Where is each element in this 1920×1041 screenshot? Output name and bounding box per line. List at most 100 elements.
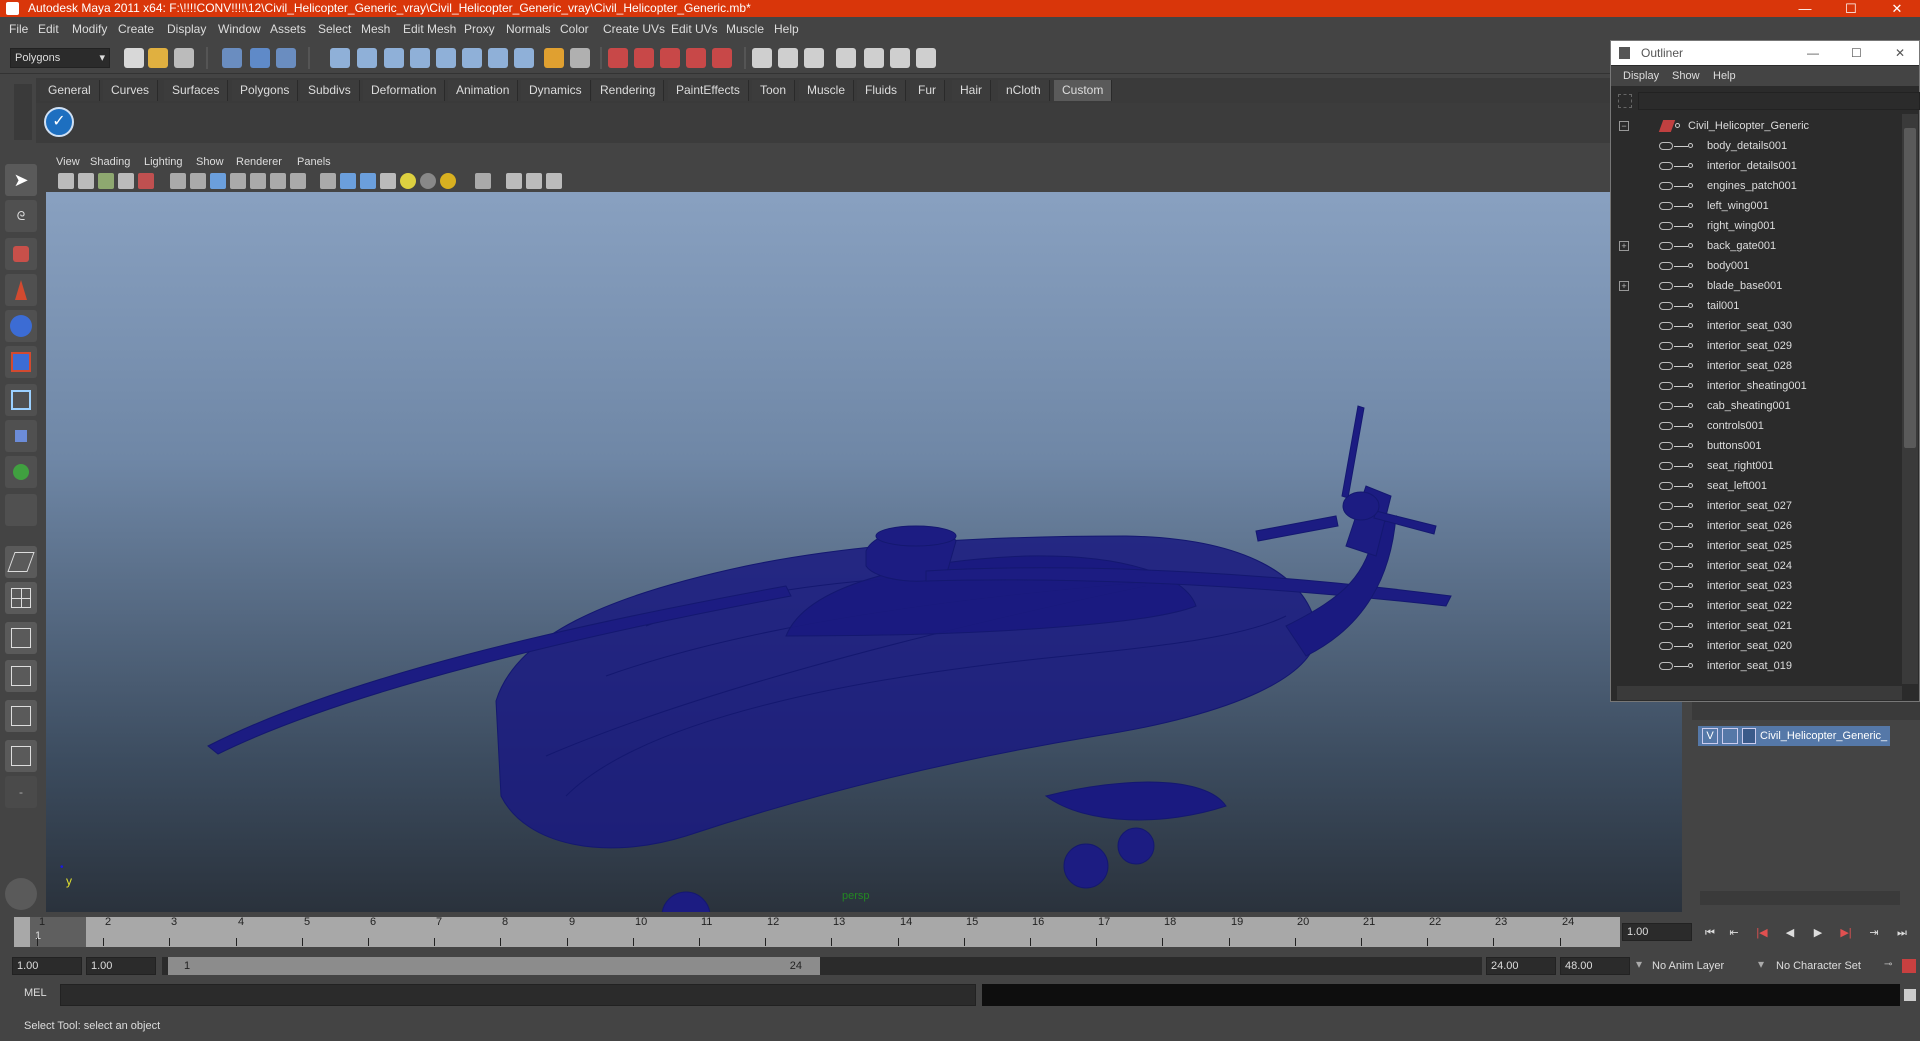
hardware-texturing-icon[interactable] [546,173,562,189]
outliner-item-interior-sheating001[interactable]: interior_sheating001 [1611,376,1901,396]
animation-start-field[interactable]: 1.00 [12,957,82,975]
snap-grid-icon[interactable] [608,48,628,68]
menu-create[interactable]: Create [118,17,154,42]
wireframe-on-shaded-icon[interactable] [360,173,376,189]
wireframe-icon[interactable] [320,173,336,189]
film-gate-icon[interactable] [190,173,206,189]
hypershade-icon[interactable] [890,48,910,68]
snap-curve-icon[interactable] [634,48,654,68]
auto-key-icon[interactable] [1902,959,1916,973]
range-slider-handle[interactable]: 1 24 [168,957,820,975]
layer-color-swatch[interactable] [1742,728,1756,744]
new-scene-icon[interactable] [124,48,144,68]
menu-normals[interactable]: Normals [506,17,551,42]
command-input[interactable] [60,984,976,1006]
outliner-menu-show[interactable]: Show [1672,66,1700,86]
tab-curves[interactable]: Curves [103,80,159,101]
display-layer-row[interactable]: V Civil_Helicopter_Generic_ [1698,726,1890,746]
two-d-pan-zoom-icon[interactable] [138,173,154,189]
paint-select-tool-icon[interactable] [5,238,37,270]
four-view-layout-icon[interactable] [5,582,37,614]
save-scene-icon[interactable] [174,48,194,68]
expand-icon[interactable]: + [1619,281,1629,291]
isolate-select-icon[interactable] [475,173,491,189]
viewport-menu-shading[interactable]: Shading [90,153,130,171]
anim-layer-selector[interactable]: No Anim Layer [1652,957,1760,975]
grid-icon[interactable] [170,173,186,189]
menu-edit-uvs[interactable]: Edit UVs [671,17,718,42]
tab-dynamics[interactable]: Dynamics [521,80,591,101]
menu-assets[interactable]: Assets [270,17,306,42]
outliner-item-interior-seat-028[interactable]: interior_seat_028 [1611,356,1901,376]
tab-toon[interactable]: Toon [752,80,796,101]
menu-mesh[interactable]: Mesh [361,17,390,42]
tab-custom[interactable]: Custom [1054,80,1113,101]
menu-display[interactable]: Display [167,17,206,42]
play-backwards-button[interactable]: ◀ [1780,923,1800,943]
playback-start-field[interactable]: 1.00 [86,957,156,975]
tab-surfaces[interactable]: Surfaces [164,80,229,101]
tab-fluids[interactable]: Fluids [857,80,907,101]
menu-modify[interactable]: Modify [72,17,107,42]
camera-attributes-icon[interactable] [78,173,94,189]
close-button[interactable]: ✕ [1874,0,1920,17]
render-current-frame-icon[interactable] [804,48,824,68]
construction-history-icon[interactable] [778,48,798,68]
checkmark-icon[interactable]: ✓ [44,107,74,137]
open-scene-icon[interactable] [148,48,168,68]
menu-muscle[interactable]: Muscle [726,17,764,42]
image-plane-icon[interactable] [118,173,134,189]
menu-edit[interactable]: Edit [38,17,59,42]
script-editor-icon[interactable] [1904,989,1916,1001]
xray-icon[interactable] [506,173,522,189]
outliner-item-controls001[interactable]: controls001 [1611,416,1901,436]
select-hierarchy-icon[interactable] [222,48,242,68]
outliner-close-button[interactable]: ✕ [1895,41,1905,65]
time-slider-track[interactable] [14,917,1620,947]
outliner-item-interior-details001[interactable]: interior_details001 [1611,156,1901,176]
hypershade-persp-layout-icon[interactable] [5,700,37,732]
default-lighting-icon[interactable] [420,173,436,189]
ipr-render-icon[interactable] [836,48,856,68]
outliner-item-back-gate001[interactable]: + back_gate001 [1611,236,1901,256]
outliner-maximize-button[interactable]: ☐ [1851,41,1862,65]
viewport-menu-panels[interactable]: Panels [297,153,331,171]
snap-point-icon[interactable] [660,48,680,68]
step-forward-frame-button[interactable]: ▶| [1836,923,1856,943]
mask-joints-icon[interactable] [357,48,377,68]
options-icon[interactable] [5,878,37,910]
tab-deformation[interactable]: Deformation [363,80,446,101]
field-chart-icon[interactable] [250,173,266,189]
step-back-frame-button[interactable]: |◀ [1752,923,1772,943]
outliner-item-body001[interactable]: body001 [1611,256,1901,276]
attribute-editor-toggle-icon[interactable] [916,48,936,68]
viewport-persp[interactable]: • y persp [46,156,1682,912]
bookmark-icon[interactable] [98,173,114,189]
lights-icon[interactable] [400,173,416,189]
rotate-tool-icon[interactable] [5,310,37,342]
universal-manipulator-icon[interactable] [5,384,37,416]
single-perspective-layout-icon[interactable] [5,546,37,578]
menu-file[interactable]: File [9,17,28,42]
all-lights-icon[interactable] [440,173,456,189]
tab-general[interactable]: General [40,80,100,101]
mask-dynamics-icon[interactable] [462,48,482,68]
menu-color[interactable]: Color [560,17,589,42]
make-live-icon[interactable] [712,48,732,68]
help-mask-icon[interactable] [514,48,534,68]
tab-rendering[interactable]: Rendering [592,80,665,101]
select-tool-icon[interactable]: ➤ [5,164,37,196]
textured-icon[interactable] [380,173,396,189]
outliner-item-interior-seat-030[interactable]: interior_seat_030 [1611,316,1901,336]
menu-select[interactable]: Select [318,17,351,42]
go-to-end-button[interactable]: ⏭ [1892,923,1912,943]
character-set-selector[interactable]: No Character Set [1776,957,1884,975]
mask-handles-icon[interactable] [330,48,350,68]
layer-playback-toggle[interactable] [1722,728,1738,744]
outliner-item-engines-patch001[interactable]: engines_patch001 [1611,176,1901,196]
select-camera-icon[interactable] [58,173,74,189]
outliner-item-interior-seat-024[interactable]: interior_seat_024 [1611,556,1901,576]
viewport-menu-show[interactable]: Show [196,153,224,171]
time-slider[interactable]: 1 1.00 [0,913,1920,953]
show-manipulator-icon[interactable] [5,456,37,488]
